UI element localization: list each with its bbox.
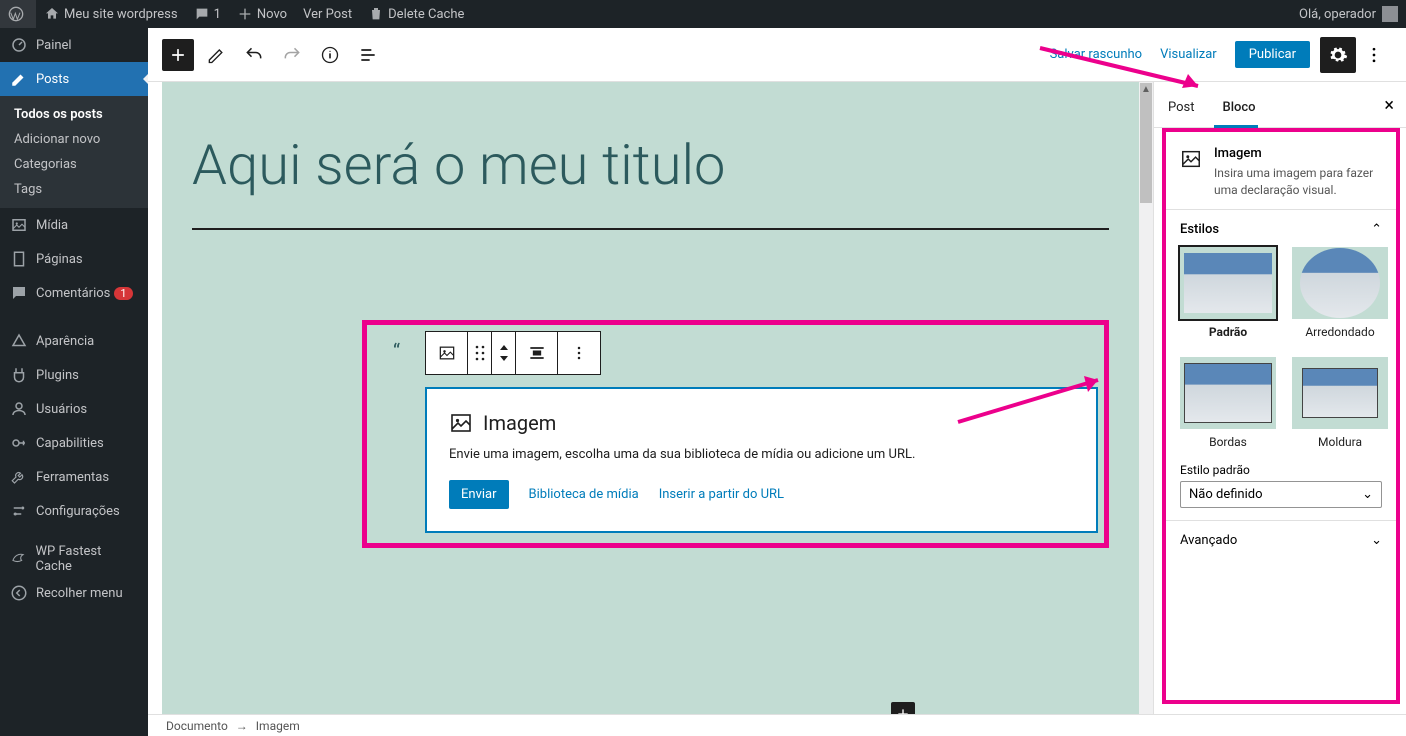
site-name: Meu site wordpress: [64, 7, 178, 22]
settings-toggle[interactable]: [1320, 37, 1356, 73]
breadcrumb-current[interactable]: Imagem: [256, 719, 300, 733]
admin-bar: Meu site wordpress 1 Novo Ver Post Delet…: [0, 0, 1406, 28]
menu-collapse[interactable]: Recolher menu: [0, 576, 148, 610]
panel-advanced[interactable]: Avançado⌄: [1166, 520, 1396, 560]
editor: Salvar rascunho Visualizar Publicar Aqui…: [148, 28, 1406, 736]
image-block-placeholder: Imagem Envie uma imagem, escolha uma da …: [425, 387, 1098, 533]
admin-menu: Painel Posts Todos os posts Adicionar no…: [0, 28, 148, 736]
menu-posts[interactable]: Posts: [0, 62, 148, 96]
add-block-inline[interactable]: [891, 702, 915, 714]
add-block-button[interactable]: [162, 39, 194, 71]
chevron-down-icon: ⌄: [1362, 487, 1373, 502]
menu-comments[interactable]: Comentários1: [0, 276, 148, 310]
inspector-block-desc: Insira uma imagem para fazer uma declara…: [1214, 165, 1382, 199]
submenu-tags[interactable]: Tags: [0, 177, 148, 202]
default-style-label: Estilo padrão: [1180, 463, 1382, 477]
wp-logo[interactable]: [0, 0, 36, 28]
style-option-rounded[interactable]: Arredondado: [1292, 247, 1388, 339]
undo-button[interactable]: [238, 39, 270, 71]
panel-styles-header[interactable]: Estilos⌃: [1180, 222, 1382, 237]
user-greeting[interactable]: Olá, operador: [1291, 0, 1406, 28]
inspector: Post Bloco × Imagem Insira uma imagem pa…: [1153, 82, 1406, 714]
annotation-block-highlight: “ Imagem Envie uma imagem, escolha uma d…: [362, 320, 1109, 548]
breadcrumb: Documento → Imagem: [148, 714, 1406, 736]
site-link[interactable]: Meu site wordpress: [36, 0, 186, 28]
image-icon: [449, 411, 473, 435]
from-url-link[interactable]: Inserir a partir do URL: [659, 487, 784, 502]
chevron-down-icon: ⌄: [1371, 533, 1382, 548]
tab-post[interactable]: Post: [1154, 88, 1209, 127]
comments-count: 1: [214, 7, 221, 22]
tools-toggle[interactable]: [200, 39, 232, 71]
editor-canvas-wrap[interactable]: Aqui será o meu titulo “ Imagem Envie um…: [148, 82, 1153, 714]
comments-badge: 1: [114, 287, 132, 300]
outline-button[interactable]: [352, 39, 384, 71]
media-library-link[interactable]: Biblioteca de mídia: [529, 487, 639, 502]
submenu-categories[interactable]: Categorias: [0, 152, 148, 177]
menu-plugins[interactable]: Plugins: [0, 358, 148, 392]
drag-handle[interactable]: [468, 332, 492, 374]
tab-block[interactable]: Bloco: [1209, 88, 1270, 127]
editor-topbar: Salvar rascunho Visualizar Publicar: [148, 28, 1406, 82]
inspector-tabs: Post Bloco ×: [1154, 82, 1406, 128]
info-button[interactable]: [314, 39, 346, 71]
new-link[interactable]: Novo: [229, 0, 295, 28]
editor-canvas: Aqui será o meu titulo “ Imagem Envie um…: [162, 82, 1139, 714]
more-options[interactable]: [1356, 37, 1392, 73]
submenu-all-posts[interactable]: Todos os posts: [0, 102, 148, 127]
menu-media[interactable]: Mídia: [0, 208, 148, 242]
avatar: [1382, 6, 1398, 22]
redo-button[interactable]: [276, 39, 308, 71]
menu-settings[interactable]: Configurações: [0, 494, 148, 528]
submenu-add-post[interactable]: Adicionar novo: [0, 127, 148, 152]
panel-styles: Estilos⌃ Padrão Arredondado Bordas Moldu…: [1166, 209, 1396, 520]
block-toolbar: [425, 331, 601, 375]
breadcrumb-root[interactable]: Documento: [166, 719, 228, 733]
menu-capabilities[interactable]: Capabilities: [0, 426, 148, 460]
post-title[interactable]: Aqui será o meu titulo: [192, 132, 1109, 230]
new-label: Novo: [257, 7, 287, 22]
style-option-border[interactable]: Bordas: [1180, 357, 1276, 449]
save-draft-link[interactable]: Salvar rascunho: [1050, 47, 1143, 62]
publish-button[interactable]: Publicar: [1235, 41, 1310, 68]
move-arrows[interactable]: [492, 332, 516, 374]
upload-button[interactable]: Enviar: [449, 480, 509, 509]
submenu-posts: Todos os posts Adicionar novo Categorias…: [0, 96, 148, 208]
menu-tools[interactable]: Ferramentas: [0, 460, 148, 494]
image-block-desc: Envie uma imagem, escolha uma da sua bib…: [449, 447, 1074, 462]
align-button[interactable]: [516, 332, 558, 374]
delete-cache-link[interactable]: Delete Cache: [360, 0, 472, 28]
menu-appearance[interactable]: Aparência: [0, 324, 148, 358]
annotation-inspector-highlight: Imagem Insira uma imagem para fazer uma …: [1162, 128, 1400, 704]
default-style-select[interactable]: Não definido⌄: [1180, 481, 1382, 508]
chevron-up-icon: ⌃: [1371, 222, 1382, 237]
style-option-default[interactable]: Padrão: [1180, 247, 1276, 339]
quote-icon: “: [393, 339, 400, 363]
style-option-frame[interactable]: Moldura: [1292, 357, 1388, 449]
menu-dashboard[interactable]: Painel: [0, 28, 148, 62]
preview-link[interactable]: Visualizar: [1160, 47, 1217, 62]
image-icon: [1180, 148, 1202, 170]
close-inspector[interactable]: ×: [1384, 95, 1394, 116]
image-block-label: Imagem: [483, 411, 556, 435]
menu-wp-fastest-cache[interactable]: WP Fastest Cache: [0, 542, 148, 576]
menu-pages[interactable]: Páginas: [0, 242, 148, 276]
scrollbar[interactable]: ▲: [1139, 82, 1153, 714]
menu-users[interactable]: Usuários: [0, 392, 148, 426]
block-type-icon[interactable]: [426, 332, 468, 374]
view-post-link[interactable]: Ver Post: [295, 0, 360, 28]
inspector-block-title: Imagem: [1214, 146, 1382, 161]
block-more[interactable]: [558, 332, 600, 374]
comments-link[interactable]: 1: [186, 0, 229, 28]
